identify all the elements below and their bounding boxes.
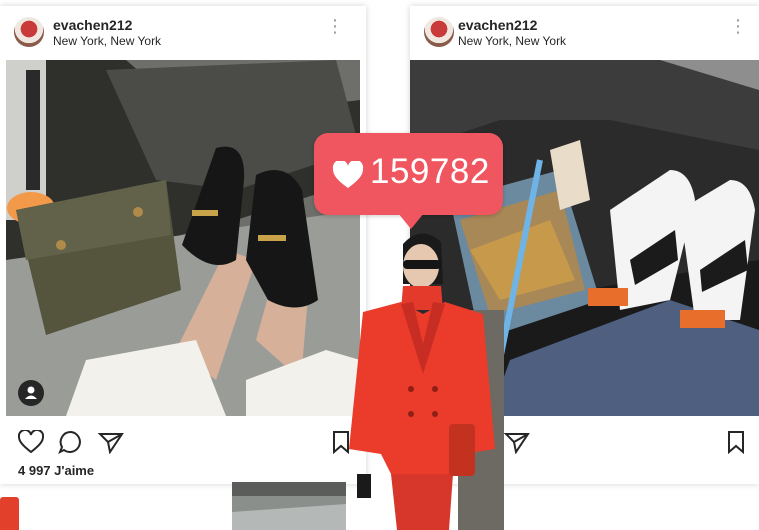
location[interactable]: New York, New York	[458, 34, 566, 48]
person-photo	[349, 233, 504, 530]
heart-icon[interactable]	[18, 430, 44, 454]
location[interactable]: New York, New York	[53, 34, 161, 48]
post-header: evachen212 New York, New York ⋮	[0, 6, 366, 60]
post-header: evachen212 New York, New York ⋮	[410, 6, 759, 60]
avatar[interactable]	[14, 17, 44, 47]
like-notification-bubble: 159782	[314, 133, 503, 229]
heart-icon	[332, 161, 364, 188]
user-tag-icon[interactable]	[18, 380, 44, 406]
comment-icon[interactable]	[58, 430, 84, 454]
bookmark-icon[interactable]	[727, 430, 745, 454]
share-icon[interactable]	[504, 430, 530, 454]
street-photo	[232, 482, 346, 530]
share-icon[interactable]	[98, 430, 124, 454]
like-count: 159782	[370, 152, 490, 191]
post-photo[interactable]	[6, 60, 360, 416]
username[interactable]: evachen212	[53, 17, 132, 33]
username[interactable]: evachen212	[458, 17, 537, 33]
post-actions	[14, 428, 352, 458]
avatar[interactable]	[424, 17, 454, 47]
red-page-mark	[0, 497, 19, 530]
more-icon[interactable]: ⋮	[729, 17, 747, 35]
likes-count[interactable]: 4 997 J'aime	[18, 463, 94, 478]
more-icon[interactable]: ⋮	[326, 17, 344, 35]
post-card-left: evachen212 New York, New York ⋮ 4 997 J'…	[0, 6, 366, 484]
